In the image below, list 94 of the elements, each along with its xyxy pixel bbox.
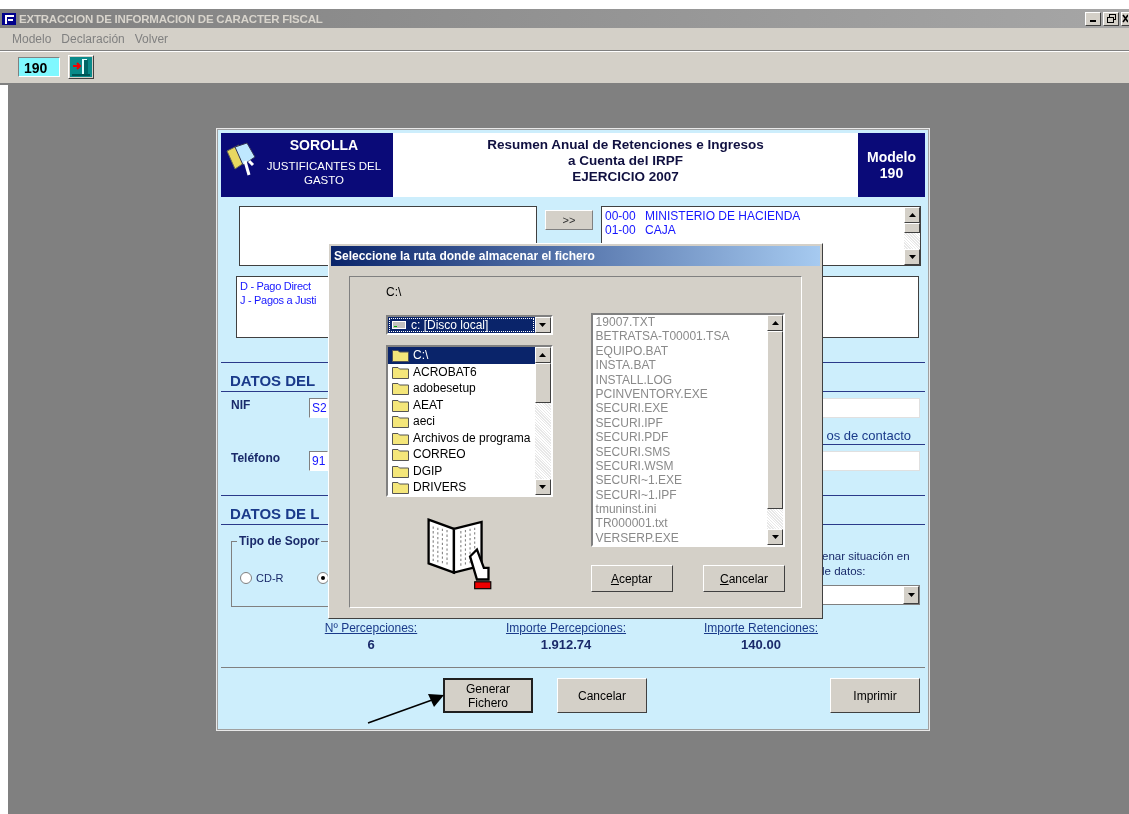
file-item[interactable]: SECURI.WSM: [595, 458, 767, 474]
print-button[interactable]: Imprimir: [830, 678, 920, 713]
telefono-field[interactable]: 91: [309, 451, 328, 471]
nif-field[interactable]: S2: [309, 398, 328, 418]
organism-row[interactable]: 01-00 CAJA: [605, 223, 901, 237]
total-label: Importe Retenciones:: [703, 621, 819, 635]
folder-item[interactable]: DRIVERS: [388, 479, 535, 495]
scrollbar[interactable]: [767, 315, 783, 545]
folder-item[interactable]: AEAT: [388, 396, 535, 413]
accept-button[interactable]: Aceptar: [590, 565, 673, 592]
radio-circle[interactable]: [240, 572, 252, 584]
radio-circle[interactable]: [316, 572, 329, 584]
folder-item[interactable]: Archivos de programa: [388, 429, 535, 446]
payment-type-row[interactable]: D - Pago Direct: [240, 279, 311, 293]
total-value: 1.912.74: [540, 637, 592, 652]
folder-icon: [392, 463, 410, 478]
cancel-button[interactable]: Cancelar: [557, 678, 647, 713]
restore-button[interactable]: [1103, 11, 1119, 26]
dialog-title: Seleccione la ruta donde almacenar el fichero: [334, 249, 595, 263]
close-icon: [1122, 14, 1128, 23]
drive-dropdown[interactable]: c: [Disco local]: [386, 315, 553, 335]
cancel-button[interactable]: Cancelar: [703, 565, 785, 592]
file-item[interactable]: BETRATSA-T00001.TSA: [595, 329, 767, 344]
drive-icon: [392, 321, 406, 329]
total-value: 6: [367, 637, 375, 652]
scroll-down-icon: [771, 535, 779, 539]
total-value: 140.00: [741, 637, 781, 652]
dropdown-arrow-icon: [907, 593, 915, 597]
app-icon: [2, 12, 16, 25]
folder-item[interactable]: aeci: [388, 413, 535, 430]
scroll-track[interactable]: [904, 233, 920, 249]
restore-icon: [1106, 14, 1116, 23]
section-heading: DATOS DEL: [230, 373, 316, 389]
organism-row[interactable]: 00-00 MINISTERIO DE HACIENDA: [605, 209, 901, 223]
folder-item[interactable]: DGIP: [388, 462, 535, 479]
folder-icon: [392, 397, 410, 412]
minimize-button[interactable]: [1085, 11, 1101, 26]
generate-file-button[interactable]: Generar Fichero: [443, 678, 533, 713]
folder-list[interactable]: C:\ ACROBAT6 adobesetup AEAT aeci Archivos de programa CORREO DGIP DRIVERS: [386, 345, 553, 497]
scroll-thumb[interactable]: [904, 223, 920, 233]
scroll-down-icon: [908, 255, 916, 259]
folder-icon: [392, 430, 410, 445]
scroll-down-icon: [539, 485, 547, 489]
move-button[interactable]: >>: [545, 210, 593, 230]
model-field[interactable]: 190: [18, 57, 60, 77]
dropdown-arrow-icon: [539, 323, 547, 327]
scroll-thumb[interactable]: [534, 363, 551, 403]
folder-icon: [392, 447, 410, 462]
current-path: C:\: [386, 285, 403, 299]
model-number: 190: [879, 165, 904, 181]
file-item[interactable]: INSTALL.LOG: [595, 372, 767, 387]
file-item[interactable]: tmuninst.ini: [595, 502, 767, 517]
total-label: Importe Percepciones:: [505, 621, 627, 635]
scroll-thumb[interactable]: [767, 331, 783, 509]
drive-name: c: [Disco local]: [411, 318, 489, 332]
file-item[interactable]: PCINVENTORY.EXE: [595, 386, 767, 402]
file-item[interactable]: TR000001.txt: [595, 516, 767, 531]
group-label: Tipo de Sopor: [237, 534, 322, 548]
file-item[interactable]: SECURI~1.IPF: [595, 487, 767, 503]
total-label: Nº Percepciones:: [324, 621, 418, 635]
app-subtitle: JUSTIFICANTES DEL GASTO: [265, 159, 383, 187]
folder-item[interactable]: CORREO: [388, 446, 535, 463]
scrollbar[interactable]: [904, 207, 920, 265]
file-list[interactable]: 19007.TXT BETRATSA-T00001.TSA EQUIPO.BAT INSTA.BAT INSTALL.LOG PCINVENTORY.EXE SECURI.EXE SECURI.IPF SECURI.PDF SECURI.SMS SECURI.WSM SECURI~1.EXE SECURI~1.IPF tmuninst.ini TR000001.txt VERSERP.EXE: [590, 313, 785, 547]
text-field[interactable]: [822, 451, 920, 471]
folder-icon: [392, 381, 410, 396]
situation-label: enar situación en le datos:: [822, 549, 911, 579]
exit-button[interactable]: [68, 55, 94, 79]
file-item[interactable]: INSTA.BAT: [595, 358, 767, 373]
folder-item[interactable]: C:\: [388, 347, 535, 364]
telefono-label: Teléfono: [230, 451, 282, 465]
model-label: Modelo: [867, 149, 916, 165]
close-button[interactable]: [1121, 11, 1129, 26]
folder-icon: [392, 414, 410, 429]
folder-item[interactable]: adobesetup: [388, 380, 535, 397]
radio-option[interactable]: CD-R: [240, 572, 284, 584]
file-item[interactable]: SECURI.SMS: [595, 444, 767, 459]
minimize-icon: [1090, 20, 1096, 22]
payment-type-row[interactable]: J - Pagos a Justi: [240, 293, 317, 307]
scroll-up-icon: [771, 321, 779, 325]
scrollbar[interactable]: [534, 347, 551, 495]
app-name: SOROLLA: [289, 137, 359, 153]
file-item[interactable]: 19007.TXT: [595, 315, 767, 330]
exit-door-icon: [70, 57, 92, 77]
folder-item[interactable]: ACROBAT6: [388, 363, 535, 380]
form-title: Resumen Anual de Retenciones e Ingresos a Cuenta del IRPF EJERCICIO 2007: [486, 136, 765, 186]
scroll-up-icon: [539, 353, 547, 357]
text-field[interactable]: [822, 398, 920, 418]
contact-link[interactable]: os de contacto: [826, 428, 911, 443]
scroll-up-icon: [908, 213, 916, 217]
nif-label: NIF: [230, 398, 252, 412]
section-heading: DATOS DE L: [230, 506, 320, 522]
situation-dropdown[interactable]: [822, 585, 920, 605]
window-title: EXTRACCION DE INFORMACION DE CARACTER FISCAL: [19, 12, 323, 25]
